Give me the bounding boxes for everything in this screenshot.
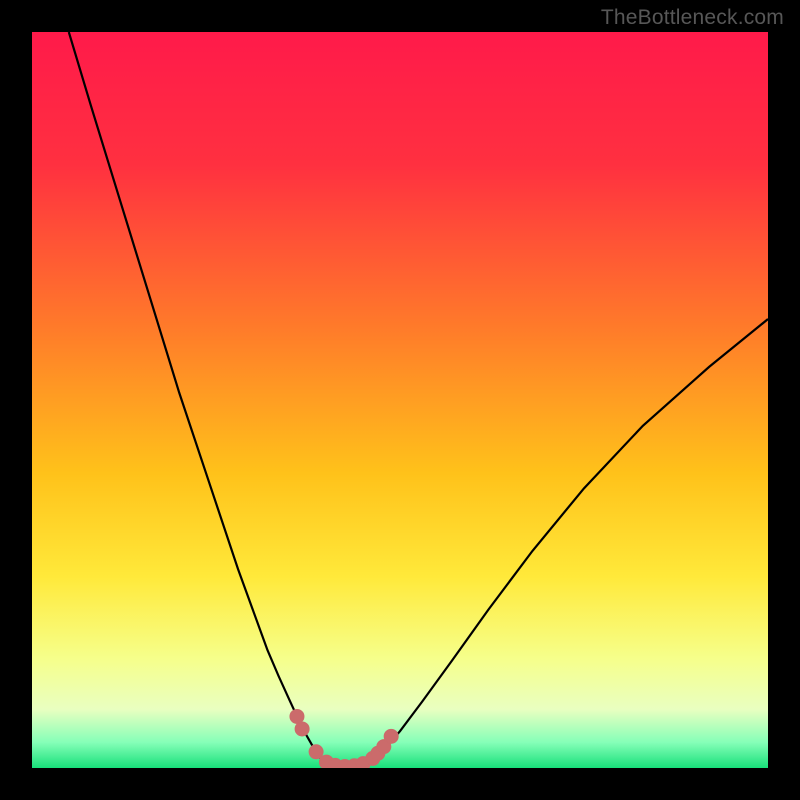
curve-marker [309,745,323,759]
outer-frame: TheBottleneck.com [0,0,800,800]
chart-svg [32,32,768,768]
gradient-background [32,32,768,768]
watermark-label: TheBottleneck.com [601,6,784,30]
plot-area [32,32,768,768]
curve-marker [384,729,398,743]
curve-marker [295,722,309,736]
curve-marker [290,709,304,723]
